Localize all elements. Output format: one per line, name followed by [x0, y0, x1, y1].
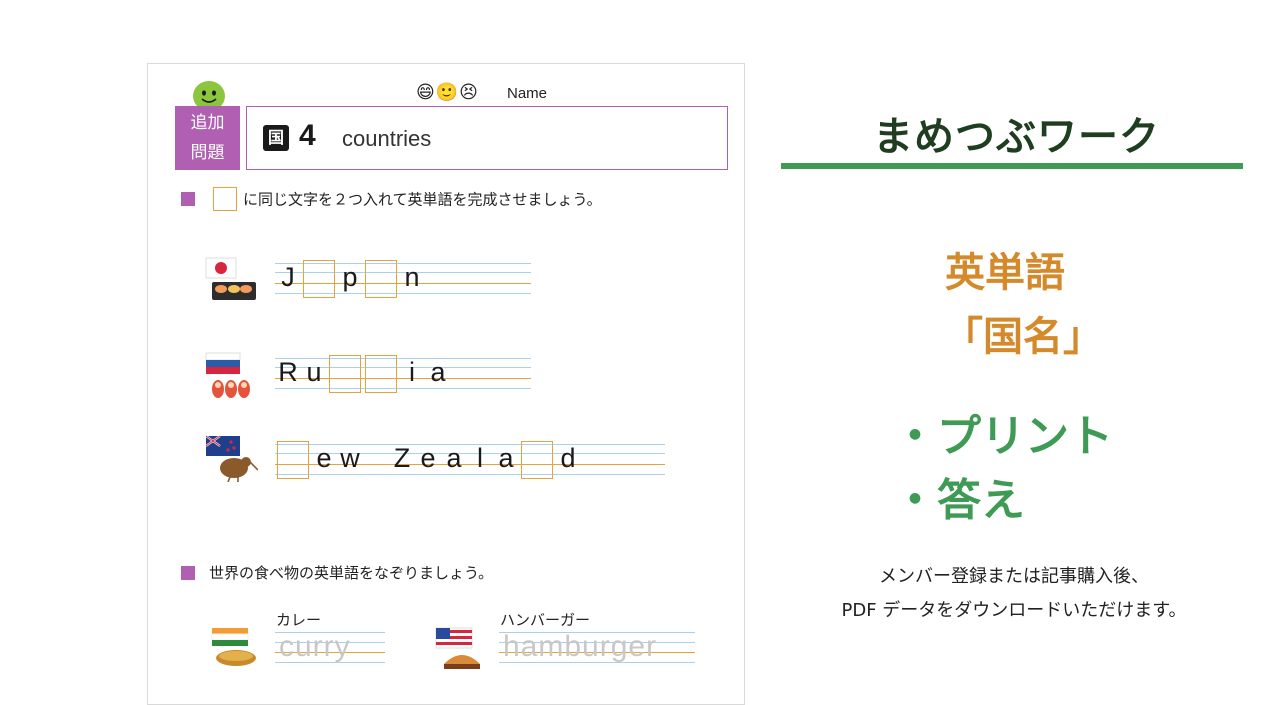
- trace-row-curry: curry: [275, 630, 385, 670]
- india-flag-curry-icon: [211, 628, 256, 666]
- subject-icon: 国: [263, 125, 289, 151]
- bullet-square-icon: [181, 565, 195, 580]
- word-letter: a: [446, 442, 462, 473]
- letter-blank-box: [277, 441, 309, 479]
- instruction-2-text: 世界の食べ物の英単語をなぞりましょう。: [209, 564, 494, 582]
- word-letter: e: [316, 442, 332, 473]
- word-letter: u: [306, 356, 322, 387]
- food-label-hamburger: ハンバーガー: [500, 611, 591, 629]
- tag-line-2: 問題: [190, 143, 225, 163]
- food-label-curry: カレー: [276, 611, 322, 629]
- self-rating-faces: 😄🙂😣: [416, 82, 479, 103]
- word-letter: n: [404, 261, 420, 292]
- bullet-print: ・プリント: [893, 411, 1113, 462]
- word-new-zealand: ew Zealad: [275, 440, 581, 480]
- blank-box-sample: [213, 187, 237, 211]
- word-letter: e: [420, 442, 436, 473]
- heading-english-words: 英単語: [945, 250, 1065, 296]
- instruction-1: に同じ文字を２つ入れて英単語を完成させましょう。: [181, 187, 602, 211]
- brand-logo: まめつぶワーク: [873, 114, 1160, 160]
- worksheet-preview: 😄🙂😣 Name 追加 問題 国 4 countries に同じ文字を２つ入れて…: [147, 63, 745, 705]
- instruction-2: 世界の食べ物の英単語をなぞりましょう。: [181, 562, 493, 583]
- note-line-1: メンバー登録または記事購入後、: [879, 566, 1149, 587]
- word-letter: w: [340, 442, 360, 473]
- japan-flag-sushi-icon: [205, 257, 256, 300]
- instruction-1-text: に同じ文字を２つ入れて英単語を完成させましょう。: [243, 190, 602, 209]
- trace-word-curry: curry: [279, 630, 351, 663]
- word-letter: p: [342, 261, 358, 292]
- word-letter: R: [278, 356, 298, 387]
- lesson-number: 4: [299, 119, 316, 152]
- heading-country-names: 「国名」: [943, 314, 1103, 360]
- letter-blank-box: [303, 260, 335, 298]
- word-letter: d: [560, 442, 576, 473]
- title-box: 国 4 countries: [246, 106, 728, 170]
- word-letter: a: [430, 356, 446, 387]
- word-row-japan: Jp n: [275, 259, 531, 299]
- note-line-2: PDF データをダウンロードいただけます。: [841, 600, 1187, 621]
- russia-flag-matryoshka-icon: [205, 352, 250, 398]
- letter-blank-box: [521, 441, 553, 479]
- word-letter: l: [477, 442, 483, 473]
- letter-blank-box: [365, 260, 397, 298]
- word-japan: Jp n: [275, 259, 425, 299]
- name-label: Name: [507, 85, 548, 102]
- bullet-square-icon: [181, 192, 195, 206]
- mascot-bean-icon: [193, 81, 225, 108]
- usa-flag-hamburger-icon: [435, 627, 480, 669]
- word-russia: Ru ia: [275, 354, 451, 394]
- word-letter: Z: [393, 442, 411, 473]
- word-letter: i: [409, 356, 415, 387]
- tag-line-1: 追加: [190, 113, 225, 133]
- word-letter: a: [498, 442, 514, 473]
- word-row-russia: Ru ia: [275, 354, 531, 394]
- letter-blank-box: [365, 355, 397, 393]
- topic-title: countries: [342, 126, 432, 151]
- word-letter: J: [281, 261, 295, 292]
- trace-row-hamburger: hamburger: [499, 630, 695, 670]
- letter-blank-box: [329, 355, 361, 393]
- brand-underline: [781, 163, 1243, 169]
- trace-word-hamburger: hamburger: [503, 630, 658, 663]
- new-zealand-flag-kiwi-icon: [205, 435, 258, 482]
- bullet-answers: ・答え: [893, 475, 1025, 526]
- word-row-new-zealand: ew Zealad: [275, 440, 665, 480]
- extra-problem-tag: 追加 問題: [175, 106, 240, 170]
- word-letter: [363, 445, 389, 472]
